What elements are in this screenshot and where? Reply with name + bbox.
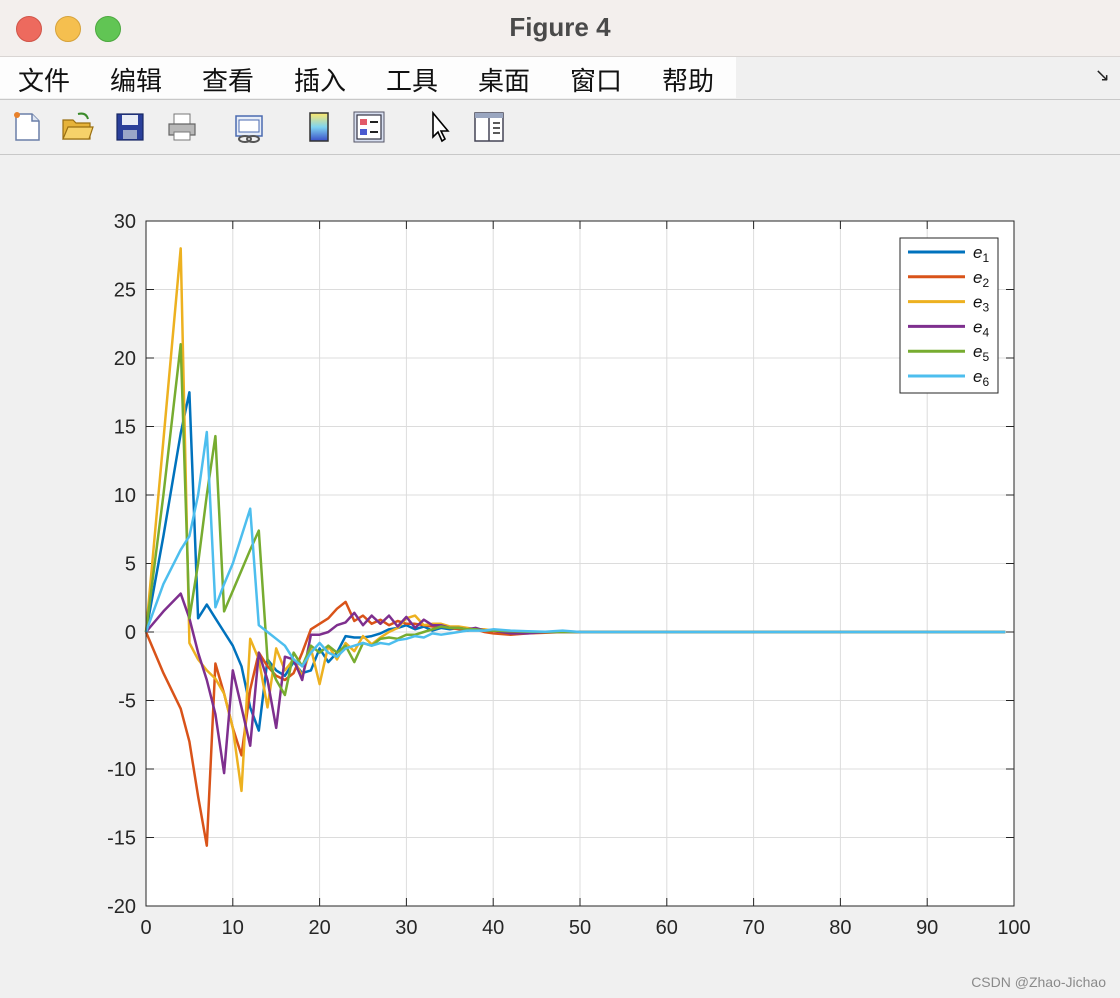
x-tick-label: 100: [997, 917, 1030, 939]
menu-file[interactable]: 文件: [18, 61, 70, 98]
figure-toolbar: [0, 100, 1120, 155]
x-tick-label: 90: [916, 917, 938, 939]
new-figure-icon[interactable]: [10, 110, 44, 144]
y-tick-label: -5: [118, 691, 136, 713]
watermark: CSDN @Zhao-Jichao: [971, 974, 1106, 990]
arrow-corner-icon[interactable]: ↘: [1095, 65, 1110, 86]
x-tick-label: 30: [395, 917, 417, 939]
menu-view[interactable]: 查看: [202, 61, 254, 98]
menu-window[interactable]: 窗口: [570, 61, 622, 98]
y-tick-label: 30: [114, 211, 136, 233]
print-icon[interactable]: [165, 110, 199, 144]
menu-tools[interactable]: 工具: [386, 61, 438, 98]
window-title: Figure 4: [509, 12, 611, 42]
y-tick-label: 10: [114, 485, 136, 507]
x-tick-label: 10: [222, 917, 244, 939]
x-tick-label: 60: [656, 917, 678, 939]
open-file-icon[interactable]: [60, 110, 94, 144]
property-inspector-icon[interactable]: [472, 110, 506, 144]
y-tick-label: -10: [107, 759, 136, 781]
y-tick-label: 25: [114, 280, 136, 302]
x-tick-label: 50: [569, 917, 591, 939]
link-plot-icon[interactable]: [232, 110, 266, 144]
menu-desktop[interactable]: 桌面: [478, 61, 530, 98]
x-tick-label: 20: [308, 917, 330, 939]
x-tick-label: 40: [482, 917, 504, 939]
figure-canvas[interactable]: 0 10 20 30 40 50 60 70 80 90 100 -20 -15 -10 -5 0 5 10 15 2…: [0, 155, 1120, 998]
edit-plot-icon[interactable]: [423, 110, 457, 144]
line-chart[interactable]: 0 10 20 30 40 50 60 70 80 90 100 -20 -15 -10 -5 0 5 10 15 2…: [0, 155, 1120, 998]
y-tick-label: 15: [114, 417, 136, 439]
insert-colorbar-icon[interactable]: [302, 110, 336, 144]
y-tick-label: 5: [125, 554, 136, 576]
menu-edit[interactable]: 编辑: [110, 61, 162, 98]
x-tick-label: 0: [140, 917, 151, 939]
save-icon[interactable]: [113, 110, 147, 144]
y-tick-label: 0: [125, 622, 136, 644]
menu-insert[interactable]: 插入: [294, 61, 346, 98]
menu-bar: 文件 编辑 查看 插入 工具 桌面 窗口 帮助 ↘: [0, 57, 1120, 100]
y-tick-label: -15: [107, 828, 136, 850]
title-bar: Figure 4: [0, 0, 1120, 57]
y-tick-label: 20: [114, 348, 136, 370]
insert-legend-icon[interactable]: [352, 110, 386, 144]
menu-help[interactable]: 帮助: [662, 61, 714, 98]
x-tick-label: 70: [742, 917, 764, 939]
x-tick-label: 80: [829, 917, 851, 939]
menu-strip: 文件 编辑 查看 插入 工具 桌面 窗口 帮助: [0, 57, 736, 98]
y-tick-label: -20: [107, 896, 136, 918]
